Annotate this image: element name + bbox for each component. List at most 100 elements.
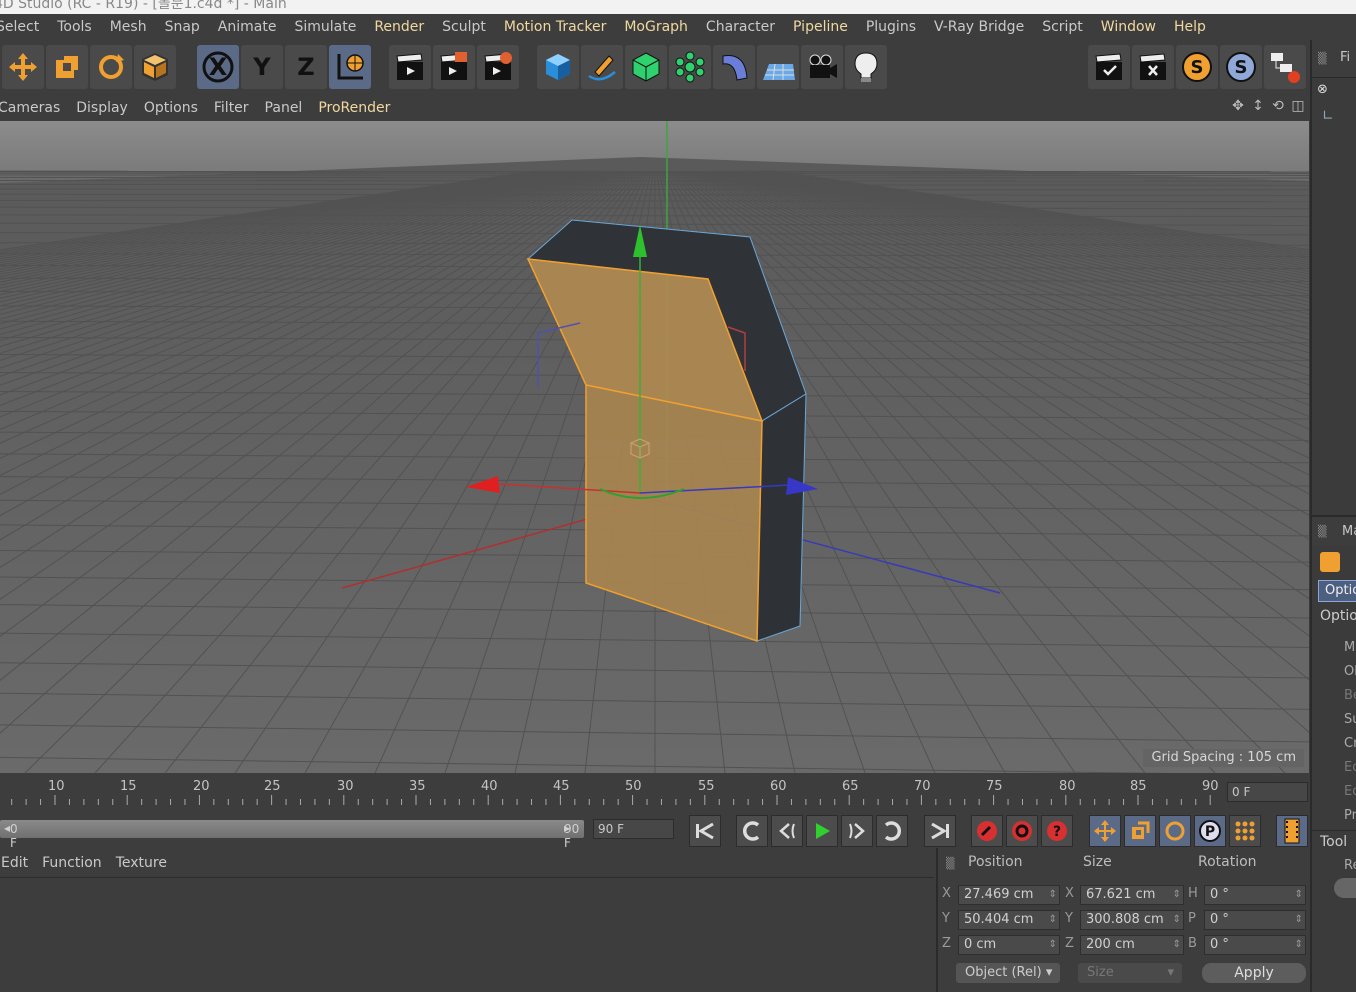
attr-label-su[interactable]: Su bbox=[1344, 708, 1356, 732]
vray-render-button[interactable] bbox=[1088, 45, 1130, 89]
menu-select[interactable]: Select bbox=[0, 19, 48, 35]
menu-script[interactable]: Script bbox=[1033, 19, 1092, 35]
dolly-view-icon[interactable]: ↕ bbox=[1250, 98, 1266, 116]
viewport-menu-options[interactable]: Options bbox=[136, 100, 206, 116]
menu-vray-bridge[interactable]: V-Ray Bridge bbox=[925, 19, 1033, 35]
attr-label-cr[interactable]: Cr bbox=[1344, 732, 1356, 756]
light-object-button[interactable] bbox=[845, 45, 887, 89]
tab-options-selected[interactable]: Optic bbox=[1318, 580, 1356, 602]
size-y-field[interactable]: 300.808 cm bbox=[1080, 910, 1184, 930]
apply-button[interactable]: Apply bbox=[1202, 963, 1306, 983]
menu-simulate[interactable]: Simulate bbox=[285, 19, 365, 35]
vray-settings-blue-button[interactable]: S bbox=[1220, 45, 1262, 89]
size-x-field[interactable]: 67.621 cm bbox=[1080, 885, 1184, 905]
3d-viewport[interactable]: Grid Spacing : 105 cm bbox=[0, 121, 1309, 773]
position-x-field[interactable]: 27.469 cm bbox=[958, 885, 1060, 905]
menu-plugins[interactable]: Plugins bbox=[857, 19, 925, 35]
menu-mograph[interactable]: MoGraph bbox=[615, 19, 697, 35]
key-parameter-toggle[interactable]: P bbox=[1194, 815, 1226, 847]
pen-spline-button[interactable] bbox=[581, 45, 623, 89]
viewport-menu-prorender[interactable]: ProRender bbox=[310, 100, 398, 116]
autokey-button[interactable] bbox=[1006, 815, 1038, 847]
material-menu-function[interactable]: Function bbox=[35, 855, 109, 871]
viewport-menu-display[interactable]: Display bbox=[68, 100, 136, 116]
deformer-button[interactable] bbox=[713, 45, 755, 89]
pan-view-icon[interactable]: ✥ bbox=[1230, 98, 1246, 116]
floor-object-button[interactable] bbox=[757, 45, 799, 89]
size-mode-dropdown[interactable]: Size ▾ bbox=[1078, 963, 1182, 983]
menu-window[interactable]: Window bbox=[1092, 19, 1165, 35]
camera-object-button[interactable] bbox=[801, 45, 843, 89]
grip-icon-2[interactable]: ▒ bbox=[1318, 525, 1326, 538]
viewport-scene[interactable] bbox=[0, 121, 1309, 773]
prev-frame-button[interactable] bbox=[771, 815, 803, 847]
live-selection-button[interactable] bbox=[134, 45, 176, 89]
attr-label-re[interactable]: Re bbox=[1344, 858, 1356, 873]
grip-icon-3[interactable]: ▒ bbox=[946, 857, 954, 870]
menu-help[interactable]: Help bbox=[1165, 19, 1215, 35]
play-button[interactable] bbox=[806, 815, 838, 847]
current-frame-field[interactable]: 0 F bbox=[1227, 782, 1308, 802]
menu-snap[interactable]: Snap bbox=[156, 19, 209, 35]
reset-toggle-button[interactable] bbox=[1334, 878, 1356, 898]
menu-sculpt[interactable]: Sculpt bbox=[433, 19, 495, 35]
attr-label-ob[interactable]: Ob bbox=[1344, 660, 1356, 684]
vray-settings-orange-button[interactable]: S bbox=[1176, 45, 1218, 89]
rotation-b-field[interactable]: 0 ° bbox=[1204, 935, 1306, 955]
vray-hierarchy-button[interactable] bbox=[1264, 45, 1306, 89]
vray-stop-button[interactable] bbox=[1132, 45, 1174, 89]
rotation-p-field[interactable]: 0 ° bbox=[1204, 910, 1306, 930]
keyframe-selection-button[interactable]: ? bbox=[1041, 815, 1073, 847]
prev-key-button[interactable] bbox=[736, 815, 768, 847]
key-rotation-toggle[interactable] bbox=[1159, 815, 1191, 847]
key-pla-toggle[interactable] bbox=[1229, 815, 1261, 847]
render-settings-button[interactable] bbox=[477, 45, 519, 89]
attr-label-ed1[interactable]: Ed bbox=[1344, 756, 1356, 780]
rotate-tool-button[interactable] bbox=[90, 45, 132, 89]
next-key-button[interactable] bbox=[876, 815, 908, 847]
material-menu-texture[interactable]: Texture bbox=[109, 855, 174, 871]
orbit-view-icon[interactable]: ⟲ bbox=[1270, 98, 1286, 116]
frame-range-slider[interactable]: ◂ 0 F 90 F ▸ bbox=[0, 820, 584, 850]
viewport-menu-filter[interactable]: Filter bbox=[206, 100, 257, 116]
toggle-view-icon[interactable]: ◫ bbox=[1290, 98, 1306, 116]
material-menu-edit[interactable]: Edit bbox=[0, 855, 35, 871]
attr-label-be[interactable]: Be bbox=[1344, 684, 1356, 708]
move-tool-button[interactable] bbox=[2, 45, 44, 89]
record-keys-button[interactable] bbox=[971, 815, 1003, 847]
timeline-window-button[interactable] bbox=[1276, 815, 1308, 847]
world-coordinates-toggle[interactable] bbox=[329, 45, 371, 89]
end-frame-field[interactable]: 90 F bbox=[593, 819, 674, 839]
menu-motion-tracker[interactable]: Motion Tracker bbox=[495, 19, 615, 35]
rotation-h-field[interactable]: 0 ° bbox=[1204, 885, 1306, 905]
axis-x-toggle[interactable]: X bbox=[197, 45, 239, 89]
next-frame-button[interactable] bbox=[841, 815, 873, 847]
axis-z-toggle[interactable]: Z bbox=[285, 45, 327, 89]
coordinate-mode-dropdown[interactable]: Object (Rel) ▾ bbox=[956, 963, 1060, 983]
menu-tools[interactable]: Tools bbox=[48, 19, 101, 35]
render-picture-viewer-button[interactable] bbox=[433, 45, 475, 89]
attr-label-ed2[interactable]: Ed bbox=[1344, 780, 1356, 804]
scale-tool-button[interactable] bbox=[46, 45, 88, 89]
cloner-button[interactable] bbox=[669, 45, 711, 89]
menu-character[interactable]: Character bbox=[697, 19, 784, 35]
position-z-field[interactable]: 0 cm bbox=[958, 935, 1060, 955]
menu-mesh[interactable]: Mesh bbox=[101, 19, 156, 35]
viewport-menu-panel[interactable]: Panel bbox=[257, 100, 311, 116]
panel-label-mode[interactable]: Ma bbox=[1342, 524, 1356, 539]
render-view-button[interactable] bbox=[389, 45, 431, 89]
menu-render[interactable]: Render bbox=[365, 19, 433, 35]
attr-label-ma[interactable]: Ma bbox=[1344, 636, 1356, 660]
grip-icon[interactable]: ▒ bbox=[1318, 52, 1326, 65]
close-icon[interactable]: ⊗ bbox=[1317, 82, 1328, 97]
go-to-start-button[interactable] bbox=[689, 815, 721, 847]
key-position-toggle[interactable] bbox=[1089, 815, 1121, 847]
panel-label-file[interactable]: Fi bbox=[1340, 50, 1350, 65]
go-to-end-button[interactable] bbox=[924, 815, 956, 847]
menu-pipeline[interactable]: Pipeline bbox=[784, 19, 857, 35]
menu-animate[interactable]: Animate bbox=[209, 19, 286, 35]
position-y-field[interactable]: 50.404 cm bbox=[958, 910, 1060, 930]
attr-label-pr[interactable]: Pr bbox=[1344, 804, 1356, 828]
axis-y-toggle[interactable]: Y bbox=[241, 45, 283, 89]
subdivision-surface-button[interactable] bbox=[625, 45, 667, 89]
